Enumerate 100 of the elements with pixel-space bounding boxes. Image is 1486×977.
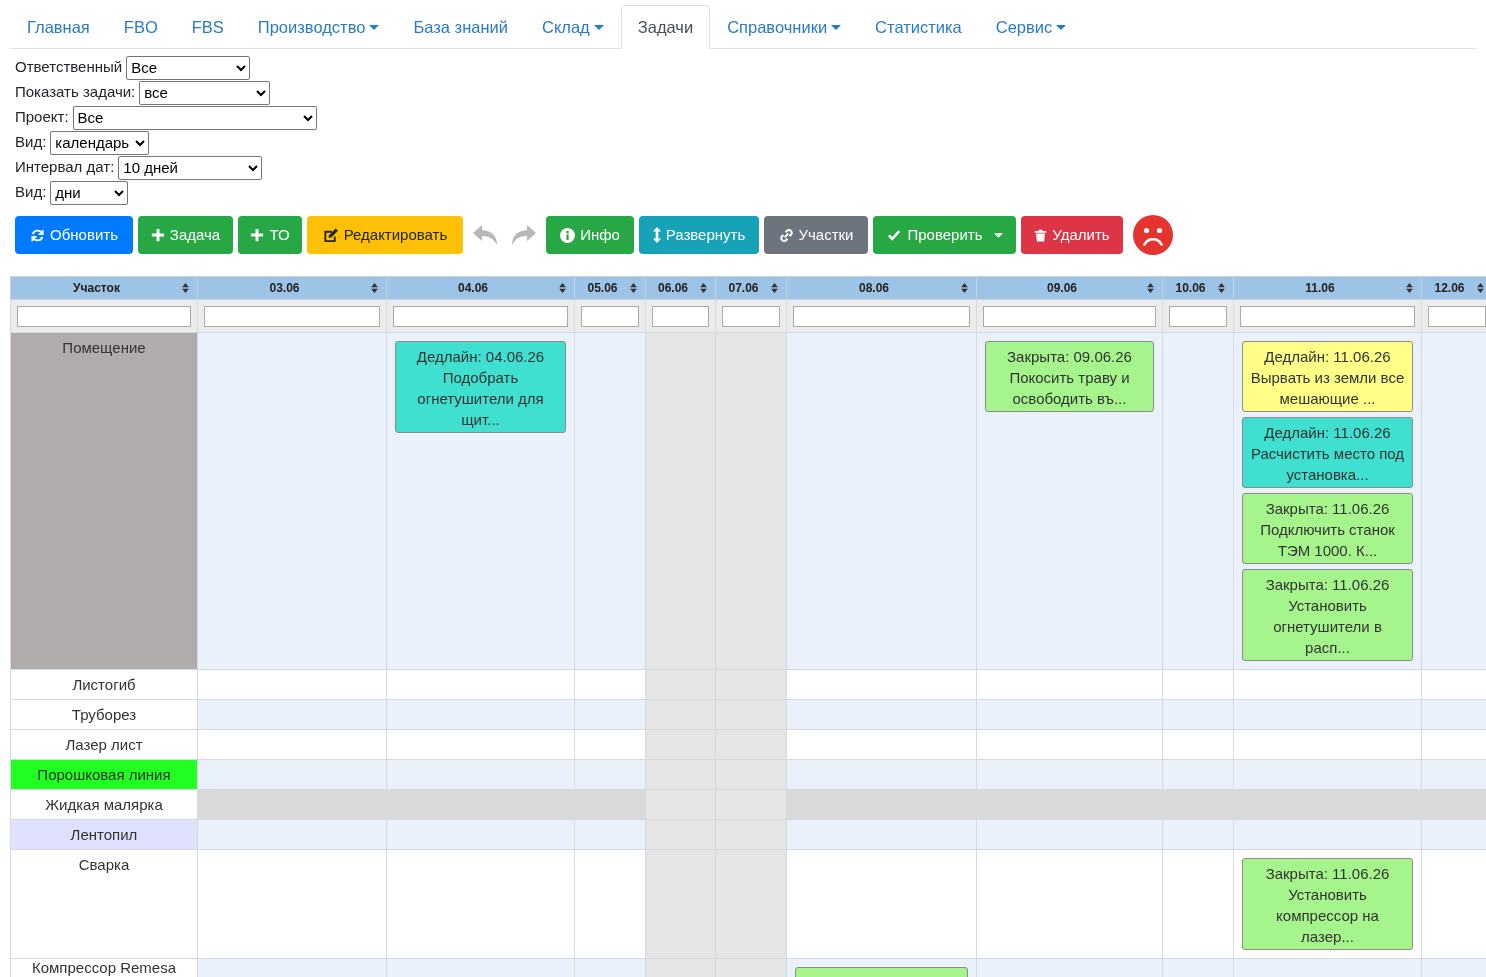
link-icon (778, 227, 794, 243)
trash-icon (1034, 227, 1048, 243)
dropdown-field[interactable]: все (139, 80, 271, 105)
check-icon (886, 228, 903, 242)
vertical-arrows-icon (652, 227, 661, 243)
nav-tab[interactable]: FBO (106, 5, 175, 49)
task-status: Закрыта: 11.06.26 (1264, 575, 1391, 595)
filter-input[interactable] (652, 305, 709, 327)
task-card[interactable]: Закрыта: 11.06.26 Установить компрессор на лазер... (1242, 858, 1413, 950)
filter-input[interactable] (581, 305, 639, 327)
filter-input[interactable] (983, 305, 1156, 327)
filter-input[interactable] (793, 305, 970, 327)
toolbar-button[interactable]: Развернуть (639, 216, 759, 254)
task-card[interactable]: Дедлайн: 11.06.26 Расчистить место под установка... (1242, 417, 1413, 488)
row-header: Лентопил (10, 819, 198, 850)
nav-tab[interactable]: Статистика (858, 5, 979, 49)
caret-icon (1056, 24, 1067, 30)
row-header: Труборез (10, 699, 198, 730)
dropdown-field[interactable]: Все (72, 105, 317, 130)
sort-icon[interactable] (1477, 283, 1484, 293)
filter-input[interactable] (17, 305, 191, 327)
filter-input[interactable] (393, 305, 568, 327)
sort-icon[interactable] (1218, 283, 1225, 293)
sort-icon[interactable] (371, 283, 378, 293)
nav-tab[interactable]: FBS (174, 5, 241, 49)
task-card[interactable]: Закрыта: 09.06.26 Покосить траву и освободить въ... (985, 341, 1154, 412)
column-header: 10.06 (1175, 280, 1206, 296)
row-header: Жидкая малярка (10, 789, 198, 820)
task-title: Установить огнетушители в расп... (1272, 596, 1383, 658)
column-header: 12.06 (1434, 280, 1465, 296)
edit-icon (322, 227, 339, 243)
column-header: 04.06 (458, 280, 488, 296)
dropdown-field[interactable]: календарь (50, 130, 150, 155)
task-card[interactable]: Закрыта: 11.06.26 Подключить станок ТЭМ 1000. К... (1242, 493, 1413, 564)
row-header: Сварка (10, 849, 198, 959)
sort-icon[interactable] (1147, 283, 1154, 293)
task-status: Дедлайн: 11.06.26 (1263, 347, 1392, 367)
column-header: 09.06 (1047, 280, 1077, 296)
filter-input[interactable] (1428, 305, 1486, 327)
task-card[interactable]: Закрыта: 11.06.26 Установить огнетушители в расп... (1242, 569, 1413, 661)
dropdown-field[interactable]: 10 дней (118, 155, 263, 180)
dropdown-field[interactable]: дни (50, 180, 129, 205)
column-header: 05.06 (587, 280, 618, 296)
column-header: 06.06 (658, 280, 688, 296)
task-card[interactable]: Дедлайн: 11.06.26 Вырвать из земли все мешающие ... (1242, 341, 1413, 412)
nav-tab[interactable]: Склад (524, 5, 621, 49)
toolbar-button[interactable]: Инфо (546, 216, 634, 254)
column-header: 08.06 (859, 280, 889, 296)
sort-icon[interactable] (961, 283, 968, 293)
filter-label: Показать задачи: (15, 82, 136, 103)
task-card[interactable]: Дедлайн: 04.06.26 Подобрать огнетушители для щит... (395, 341, 566, 433)
nav-tab[interactable]: Главная (10, 5, 107, 49)
task-status: Закрыта: 11.06.26 (1264, 864, 1391, 884)
filter-label: Вид: (15, 132, 47, 153)
nav-tab[interactable]: База знаний (396, 5, 525, 49)
nav-tab[interactable]: Сервис (978, 5, 1084, 49)
refresh-icon (30, 227, 46, 243)
toolbar-button[interactable]: Удалить (1021, 216, 1123, 254)
nav-tab[interactable]: Производство (240, 5, 397, 49)
task-status: Дедлайн: 04.06.26 (415, 347, 546, 367)
plus-icon (250, 228, 265, 242)
task-status: Дедлайн: 11.06.26 (1263, 423, 1392, 443)
row-header: Листогиб (10, 669, 198, 700)
caret-icon (993, 232, 1003, 238)
dropdown-field[interactable]: Все (126, 55, 251, 80)
row-header: Порошковая линия (10, 759, 198, 790)
toolbar-button[interactable]: Задача (138, 216, 233, 254)
task-title: Подобрать огнетушители для щит... (416, 368, 545, 430)
nav-tab[interactable]: Справочники (710, 5, 859, 49)
task-title: Расчистить место под установка... (1250, 444, 1405, 485)
sad-face-icon (1133, 215, 1173, 255)
info-icon (560, 227, 576, 243)
column-header: 03.06 (269, 280, 300, 296)
task-status: Закрыта: 11.06.26 (1264, 499, 1391, 519)
sort-icon[interactable] (1406, 283, 1413, 293)
filter-label: Вид: (15, 182, 47, 203)
sort-icon[interactable] (182, 283, 189, 293)
sort-icon[interactable] (771, 283, 778, 293)
sort-icon[interactable] (559, 283, 566, 293)
filter-label: Интервал дат: (15, 157, 115, 178)
column-header: 07.06 (728, 280, 759, 296)
filter-input[interactable] (722, 305, 780, 327)
filter-input[interactable] (1169, 305, 1227, 327)
sort-icon[interactable] (700, 283, 707, 293)
caret-icon (593, 24, 604, 30)
filter-input[interactable] (204, 305, 380, 327)
filter-label: Проект: (15, 107, 69, 128)
plus-icon (150, 228, 165, 242)
caret-icon (369, 24, 380, 30)
toolbar-button[interactable]: Участки (764, 216, 868, 254)
toolbar-button[interactable]: ТО (238, 216, 302, 254)
sort-icon[interactable] (630, 283, 637, 293)
toolbar-button[interactable]: Обновить (15, 216, 133, 254)
task-status: Закрыта: 09.06.26 (1006, 347, 1133, 367)
filter-input[interactable] (1240, 305, 1415, 327)
column-header: Участок (73, 280, 120, 296)
nav-tab[interactable]: Задачи (620, 5, 711, 49)
toolbar-button[interactable]: Редактировать (307, 216, 463, 254)
toolbar-button[interactable]: Проверить (873, 216, 1016, 254)
task-title: Установить компрессор на лазер... (1275, 885, 1380, 947)
